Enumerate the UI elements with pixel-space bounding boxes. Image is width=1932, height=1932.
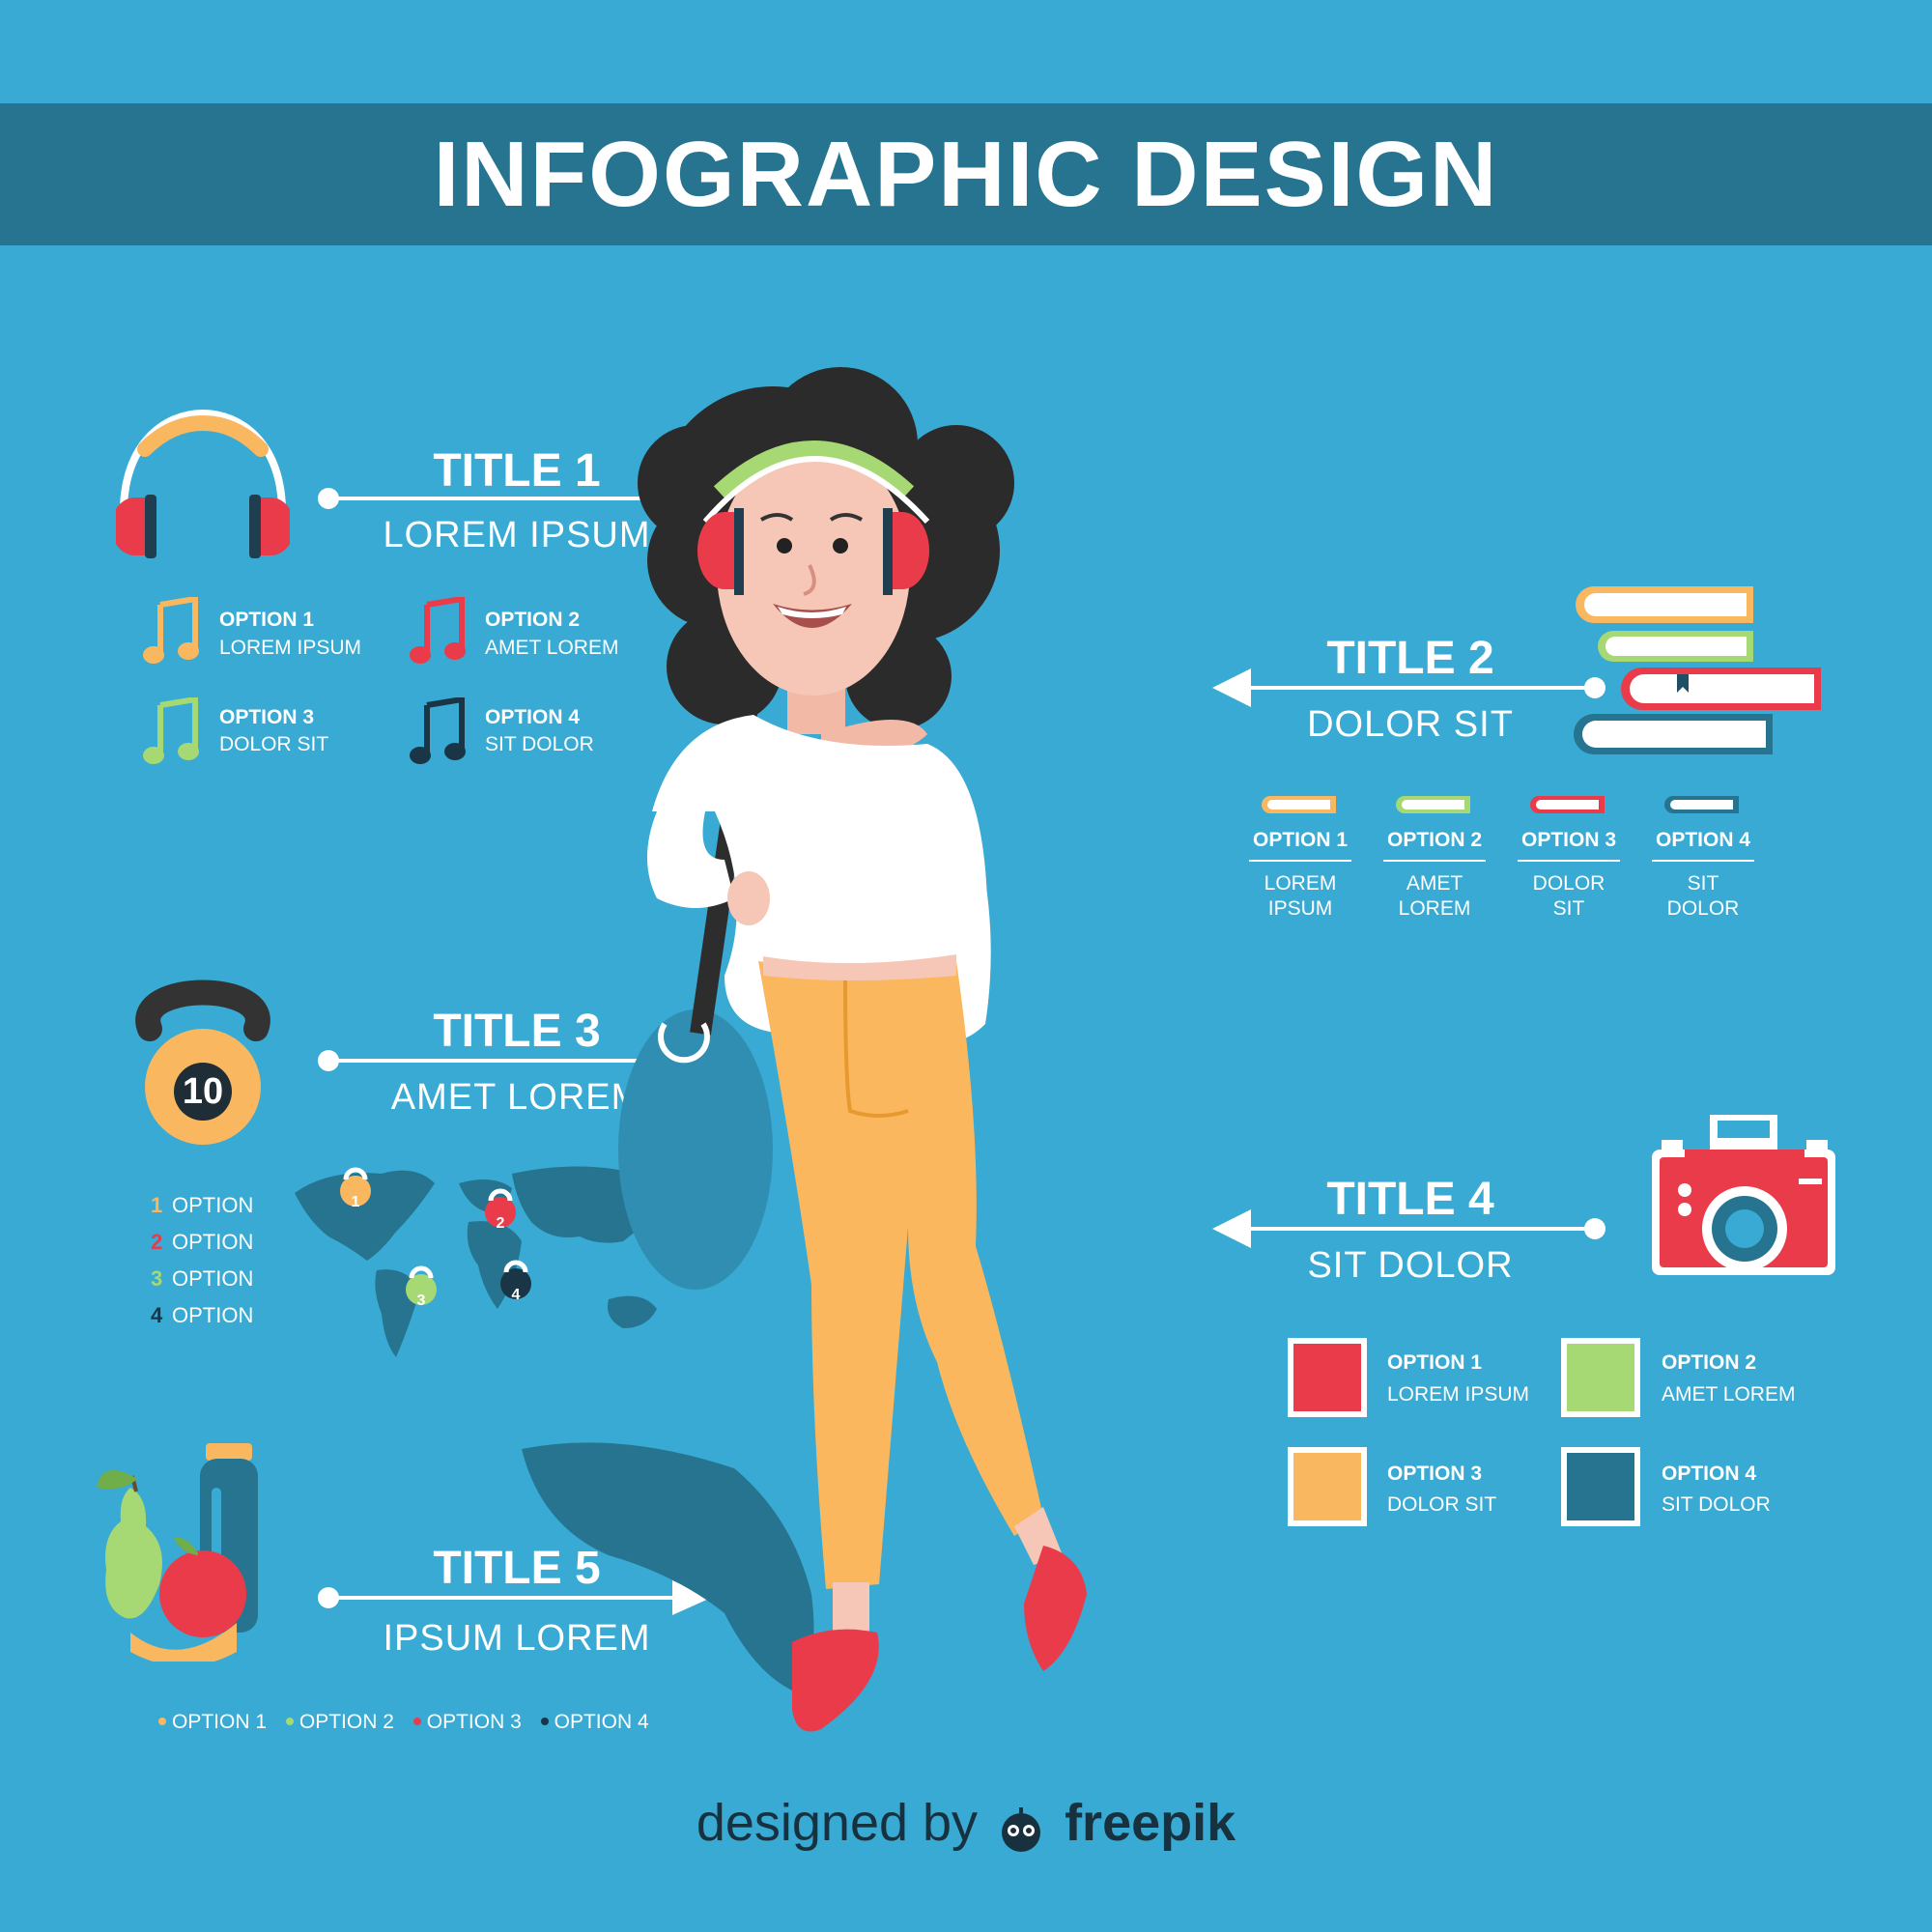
divider: [1652, 860, 1754, 862]
s4-option-body: LOREM IPSUM: [1387, 1383, 1530, 1406]
s4-option-body: DOLOR SIT: [1387, 1493, 1497, 1516]
s2-option-head: OPTION 3: [1520, 829, 1617, 851]
section4-title: TITLE 4: [1326, 1174, 1494, 1225]
swatch-orange: [1288, 1447, 1367, 1526]
s2-option-body: SIT DOLOR: [1666, 872, 1740, 920]
s4-option-head: OPTION 2: [1662, 1351, 1757, 1374]
girl-illustration: [522, 367, 1087, 1732]
section2-title: TITLE 2: [1326, 633, 1494, 684]
music-note-icon: [410, 697, 466, 764]
divider: [1518, 860, 1620, 862]
s2-option-body: AMET LOREM: [1398, 872, 1471, 920]
footer-prefix: designed by: [696, 1794, 979, 1852]
s2-option-head: OPTION 4: [1655, 829, 1751, 851]
freepik-logo-icon: [992, 1803, 1050, 1852]
s4-option-head: OPTION 4: [1662, 1463, 1757, 1485]
s2-option-head: OPTION 2: [1386, 829, 1483, 851]
headphones-icon: [116, 409, 290, 558]
section4-subtitle: SIT DOLOR: [1307, 1245, 1514, 1286]
music-note-icon: [143, 697, 199, 764]
s3-option: 3 OPTION: [151, 1266, 254, 1291]
s2-option-body: LOREM IPSUM: [1264, 872, 1337, 920]
page-title: INFOGRAPHIC DESIGN: [433, 123, 1499, 226]
s4-option-head: OPTION 1: [1387, 1351, 1483, 1374]
s4-option-head: OPTION 3: [1387, 1463, 1483, 1485]
footer-credit: designed by freepik: [0, 1789, 1932, 1857]
map-marker-label: 1: [351, 1194, 360, 1210]
s1-option-body: LOREM IPSUM: [219, 637, 362, 659]
kettlebell-number: 10: [182, 1071, 224, 1112]
map-marker-label: 3: [416, 1293, 426, 1309]
legend-item: OPTION 1: [172, 1711, 268, 1733]
divider: [1249, 860, 1351, 862]
book-icon: [1530, 796, 1605, 813]
s2-option-head: OPTION 1: [1252, 829, 1349, 851]
fruit-bottle-icon: [97, 1443, 258, 1662]
kettlebell-icon: [135, 980, 270, 1145]
camera-icon: [1652, 1115, 1835, 1275]
s4-option-body: AMET LOREM: [1662, 1383, 1796, 1406]
footer-brand: freepik: [1065, 1794, 1236, 1852]
divider: [1383, 860, 1486, 862]
book-icon: [1664, 796, 1739, 813]
infographic-canvas: INFOGRAPHIC DESIGN TITLE 1 LOREM IPSUM O…: [0, 0, 1932, 1932]
section2-subtitle: DOLOR SIT: [1307, 704, 1514, 745]
s2-option-body: DOLOR SIT: [1532, 872, 1605, 920]
s3-option: 4 OPTION: [151, 1303, 254, 1327]
swatch-green: [1561, 1338, 1640, 1417]
book-icon: [1396, 796, 1470, 813]
s3-option: 1 OPTION: [151, 1193, 254, 1217]
book-icon: [1262, 796, 1336, 813]
s1-option-body: DOLOR SIT: [219, 733, 329, 755]
s3-option: 2 OPTION: [151, 1230, 254, 1254]
swatch-navy: [1561, 1447, 1640, 1526]
legend-item: OPTION 2: [298, 1711, 394, 1733]
s1-option-head: OPTION 1: [219, 609, 315, 631]
s4-option-body: SIT DOLOR: [1662, 1493, 1771, 1516]
music-note-icon: [143, 597, 199, 664]
music-note-icon: [410, 597, 466, 664]
swatch-red: [1288, 1338, 1367, 1417]
s1-option-head: OPTION 3: [219, 706, 315, 728]
